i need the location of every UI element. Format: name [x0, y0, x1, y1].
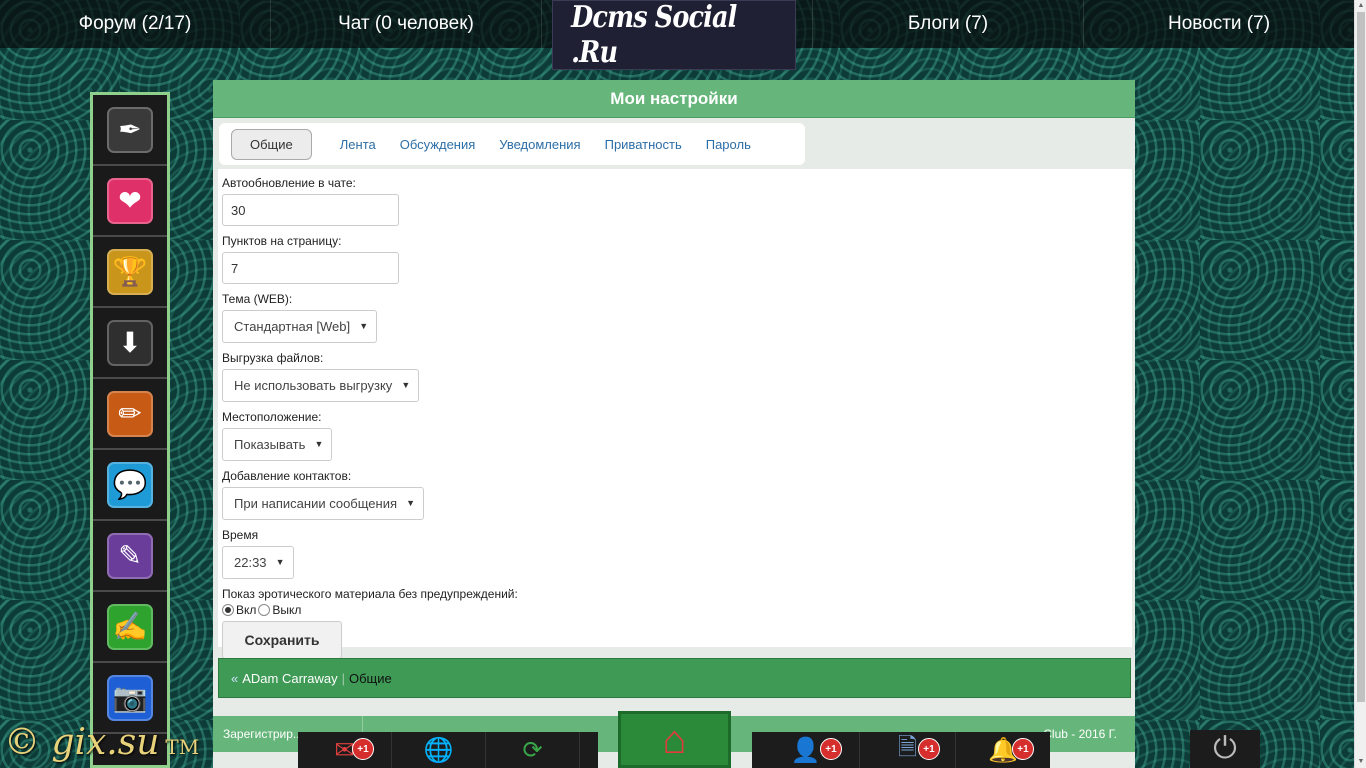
chat-refresh-label: Автообновление в чате:	[222, 176, 356, 190]
camera-icon: 📷	[107, 674, 153, 721]
chevron-down-icon: ▼	[406, 498, 416, 508]
page-scrollbar[interactable]: ▲ ▼	[1354, 0, 1366, 768]
notifications-button[interactable]: 🔔 +1	[956, 732, 1050, 768]
chevron-down-icon: ▼	[275, 557, 285, 567]
tab-discussions[interactable]: Обсуждения	[400, 137, 476, 152]
notifications-badge: +1	[1012, 738, 1034, 760]
chevron-down-icon: ▼	[359, 321, 369, 331]
tab-password[interactable]: Пароль	[706, 137, 751, 152]
save-button[interactable]: Сохранить	[222, 621, 342, 659]
documents-button[interactable]: 🗎 +1	[860, 732, 956, 768]
time-select-value: 22:33	[234, 555, 267, 570]
chevron-down-icon: ▼	[401, 380, 411, 390]
site-logo[interactable]: Dcms Social .Ru	[552, 0, 796, 70]
radio-on-label[interactable]: Вкл	[236, 603, 256, 617]
home-icon: ⌂	[662, 717, 687, 762]
nav-news[interactable]: Новости (7)	[1084, 0, 1354, 48]
sidebar-item-pencil[interactable]: ✏	[93, 379, 167, 450]
refresh-button[interactable]: ⟳	[486, 732, 580, 768]
settings-form: Автообновление в чате: 30 Пунктов на стр…	[218, 169, 1132, 659]
pen-icon: ✒	[107, 106, 153, 153]
documents-badge: +1	[918, 738, 940, 760]
nav-chat[interactable]: Чат (0 человек)	[271, 0, 542, 48]
globe-button[interactable]: 🌐	[392, 732, 486, 768]
sidebar-item-trophy[interactable]: 🏆	[93, 237, 167, 308]
mail-button[interactable]: ✉ +1	[298, 732, 392, 768]
icon-sidebar: ✒ ❤ 🏆 ⬇ ✏ 💬 ✎ ✍ 📷	[90, 92, 170, 768]
erotic-radio-group: Вкл Выкл	[222, 603, 1128, 617]
notes-icon: ✍	[107, 603, 153, 650]
watermark-tm: TM	[165, 735, 200, 759]
sidebar-item-notes[interactable]: ✍	[93, 592, 167, 663]
sidebar-item-chat[interactable]: 💬	[93, 450, 167, 521]
breadcrumb-user[interactable]: ADam Carraway	[242, 671, 337, 686]
mail-badge: +1	[352, 738, 374, 760]
watermark: © gix.su TM	[4, 722, 199, 763]
tab-notifications[interactable]: Уведомления	[499, 137, 580, 152]
time-select[interactable]: 22:33 ▼	[222, 546, 294, 579]
settings-panel: Мои настройки Общие Лента Обсуждения Уве…	[213, 80, 1135, 768]
settings-tabs: Общие Лента Обсуждения Уведомления Прива…	[219, 123, 805, 165]
time-label: Время	[222, 528, 259, 542]
download-icon: ⬇	[107, 319, 153, 366]
page-title: Мои настройки	[213, 80, 1135, 118]
back-chevron-icon[interactable]: «	[231, 671, 238, 686]
trophy-icon: 🏆	[107, 248, 153, 295]
breadcrumb: « ADam Carraway | Общие	[218, 658, 1131, 698]
heart-icon: ❤	[107, 177, 153, 224]
power-icon: ⏻	[1213, 732, 1237, 765]
radio-off[interactable]	[258, 604, 271, 616]
scroll-down-arrow-icon[interactable]: ▼	[1355, 756, 1366, 768]
document-icon: 🗎	[897, 733, 918, 761]
contacts-select[interactable]: При написании сообщения ▼	[222, 487, 425, 520]
upload-select-value: Не использовать выгрузку	[234, 378, 393, 393]
theme-select[interactable]: Стандартная [Web] ▼	[222, 310, 378, 343]
dock-right: 👤 +1 🗎 +1 🔔 +1	[752, 732, 1050, 768]
contacts-label: Добавление контактов:	[222, 469, 352, 483]
friends-button[interactable]: 👤 +1	[752, 732, 860, 768]
edit-icon: ✎	[107, 532, 153, 579]
refresh-icon: ⟳	[522, 736, 543, 764]
scrollbar-thumb[interactable]	[1357, 12, 1365, 702]
sidebar-item-heart[interactable]: ❤	[93, 166, 167, 237]
user-icon: 👤	[790, 736, 821, 764]
home-button[interactable]: ⌂	[618, 711, 731, 768]
sidebar-item-pen[interactable]: ✒	[93, 95, 167, 166]
upload-select[interactable]: Не использовать выгрузку ▼	[222, 369, 420, 402]
site-logo-text: Dcms Social .Ru	[571, 0, 737, 70]
per-page-label: Пунктов на страницу:	[222, 234, 342, 248]
radio-on[interactable]	[222, 604, 234, 616]
scroll-up-arrow-icon[interactable]: ▲	[1355, 0, 1366, 12]
chat-refresh-input[interactable]: 30	[222, 194, 399, 226]
watermark-text: © gix.su	[4, 722, 160, 763]
location-label: Местоположение:	[222, 410, 322, 424]
location-select[interactable]: Показывать ▼	[222, 428, 333, 461]
tab-privacy[interactable]: Приватность	[605, 137, 682, 152]
erotic-label: Показ эротического материала без предупр…	[222, 587, 518, 601]
friends-badge: +1	[820, 738, 842, 760]
sidebar-item-edit[interactable]: ✎	[93, 521, 167, 592]
location-select-value: Показывать	[234, 437, 306, 452]
globe-icon: 🌐	[423, 736, 454, 764]
radio-off-label[interactable]: Выкл	[272, 603, 301, 617]
upload-label: Выгрузка файлов:	[222, 351, 324, 365]
breadcrumb-current: Общие	[348, 670, 392, 686]
tab-feed[interactable]: Лента	[340, 137, 376, 152]
breadcrumb-separator: |	[341, 670, 345, 686]
theme-label: Тема (WEB):	[222, 292, 293, 306]
nav-forum[interactable]: Форум (2/17)	[0, 0, 271, 48]
per-page-input[interactable]: 7	[222, 252, 399, 284]
sidebar-item-download[interactable]: ⬇	[93, 308, 167, 379]
theme-select-value: Стандартная [Web]	[234, 319, 351, 334]
chevron-down-icon: ▼	[314, 439, 324, 449]
nav-blogs[interactable]: Блоги (7)	[813, 0, 1084, 48]
contacts-select-value: При написании сообщения	[234, 496, 398, 511]
dock-left: ✉ +1 🌐 ⟳	[298, 732, 598, 768]
logout-button[interactable]: ⏻	[1190, 730, 1260, 768]
pencil-icon: ✏	[107, 390, 153, 437]
chat-icon: 💬	[107, 461, 153, 508]
tab-general[interactable]: Общие	[231, 128, 312, 160]
